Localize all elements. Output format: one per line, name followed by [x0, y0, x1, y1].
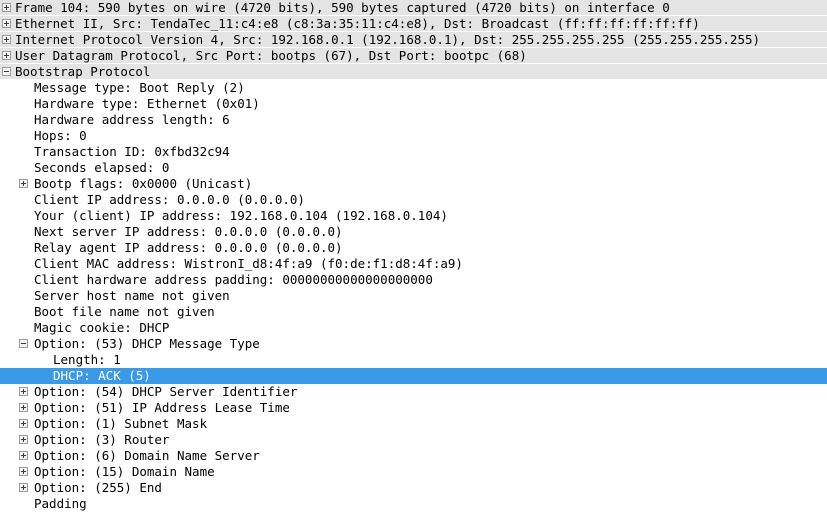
tree-row-label: Hardware address length: 6 — [34, 112, 230, 127]
tree-row[interactable]: Message type: Boot Reply (2) — [0, 80, 827, 96]
tree-row-label: Internet Protocol Version 4, Src: 192.16… — [15, 32, 761, 47]
tree-row[interactable]: Client IP address: 0.0.0.0 (0.0.0.0) — [0, 192, 827, 208]
tree-row[interactable]: Option: (255) End — [0, 480, 827, 496]
tree-row-label: Transaction ID: 0xfbd32c94 — [34, 144, 230, 159]
expand-icon[interactable] — [2, 3, 11, 12]
expand-icon[interactable] — [19, 403, 28, 412]
tree-row-label: Boot file name not given — [34, 304, 215, 319]
expand-icon[interactable] — [2, 19, 11, 28]
tree-row-label: Option: (15) Domain Name — [34, 464, 215, 479]
tree-row-label: Seconds elapsed: 0 — [34, 160, 170, 175]
tree-row[interactable]: Bootstrap Protocol — [0, 64, 827, 80]
collapse-icon[interactable] — [2, 67, 11, 76]
tree-row[interactable]: Hops: 0 — [0, 128, 827, 144]
tree-row-label: Hops: 0 — [34, 128, 87, 143]
tree-row[interactable]: Option: (51) IP Address Lease Time — [0, 400, 827, 416]
expand-icon[interactable] — [19, 419, 28, 428]
tree-row[interactable]: Length: 1 — [0, 352, 827, 368]
tree-row[interactable]: Option: (1) Subnet Mask — [0, 416, 827, 432]
tree-row[interactable]: Hardware address length: 6 — [0, 112, 827, 128]
tree-row[interactable]: User Datagram Protocol, Src Port: bootps… — [0, 48, 827, 64]
tree-row[interactable]: Option: (3) Router — [0, 432, 827, 448]
tree-row-label: Frame 104: 590 bytes on wire (4720 bits)… — [15, 0, 670, 15]
tree-row-label: Padding — [34, 496, 87, 511]
tree-row-label: Ethernet II, Src: TendaTec_11:c4:e8 (c8:… — [15, 16, 700, 31]
tree-row-label: Option: (54) DHCP Server Identifier — [34, 384, 298, 399]
tree-row[interactable]: Option: (54) DHCP Server Identifier — [0, 384, 827, 400]
tree-row-label: Your (client) IP address: 192.168.0.104 … — [34, 208, 448, 223]
tree-row[interactable]: Hardware type: Ethernet (0x01) — [0, 96, 827, 112]
expand-icon[interactable] — [2, 35, 11, 44]
tree-row[interactable]: Ethernet II, Src: TendaTec_11:c4:e8 (c8:… — [0, 16, 827, 32]
tree-row-label: DHCP: ACK (5) — [53, 368, 151, 383]
tree-row[interactable]: Your (client) IP address: 192.168.0.104 … — [0, 208, 827, 224]
expand-icon[interactable] — [19, 179, 28, 188]
tree-row[interactable]: Frame 104: 590 bytes on wire (4720 bits)… — [0, 0, 827, 16]
tree-row-label: User Datagram Protocol, Src Port: bootps… — [15, 48, 527, 63]
expand-icon[interactable] — [19, 451, 28, 460]
tree-row-label: Bootstrap Protocol — [15, 64, 151, 79]
tree-row-label: Client IP address: 0.0.0.0 (0.0.0.0) — [34, 192, 305, 207]
tree-row-label: Client MAC address: WistronI_d8:4f:a9 (f… — [34, 256, 463, 271]
tree-row-label: Relay agent IP address: 0.0.0.0 (0.0.0.0… — [34, 240, 343, 255]
tree-row[interactable]: Relay agent IP address: 0.0.0.0 (0.0.0.0… — [0, 240, 827, 256]
tree-row[interactable]: Boot file name not given — [0, 304, 827, 320]
tree-row-label: Message type: Boot Reply (2) — [34, 80, 245, 95]
tree-row[interactable]: Option: (6) Domain Name Server — [0, 448, 827, 464]
expand-icon[interactable] — [2, 51, 11, 60]
tree-row[interactable]: Client hardware address padding: 0000000… — [0, 272, 827, 288]
tree-row[interactable]: DHCP: ACK (5) — [0, 368, 827, 384]
tree-row-label: Bootp flags: 0x0000 (Unicast) — [34, 176, 253, 191]
tree-row[interactable]: Server host name not given — [0, 288, 827, 304]
expand-icon[interactable] — [19, 387, 28, 396]
tree-row[interactable]: Transaction ID: 0xfbd32c94 — [0, 144, 827, 160]
tree-row-label: Magic cookie: DHCP — [34, 320, 170, 335]
packet-details-tree[interactable]: Frame 104: 590 bytes on wire (4720 bits)… — [0, 0, 827, 512]
tree-row-label: Option: (53) DHCP Message Type — [34, 336, 260, 351]
tree-row-label: Next server IP address: 0.0.0.0 (0.0.0.0… — [34, 224, 343, 239]
tree-row-label: Option: (1) Subnet Mask — [34, 416, 208, 431]
tree-row-label: Client hardware address padding: 0000000… — [34, 272, 433, 287]
expand-icon[interactable] — [19, 435, 28, 444]
tree-row[interactable]: Option: (15) Domain Name — [0, 464, 827, 480]
tree-row[interactable]: Seconds elapsed: 0 — [0, 160, 827, 176]
tree-row[interactable]: Client MAC address: WistronI_d8:4f:a9 (f… — [0, 256, 827, 272]
expand-icon[interactable] — [19, 483, 28, 492]
tree-row-label: Length: 1 — [53, 352, 121, 367]
tree-row-label: Server host name not given — [34, 288, 230, 303]
tree-row[interactable]: Magic cookie: DHCP — [0, 320, 827, 336]
tree-row[interactable]: Option: (53) DHCP Message Type — [0, 336, 827, 352]
tree-row-label: Hardware type: Ethernet (0x01) — [34, 96, 260, 111]
tree-row-label: Option: (6) Domain Name Server — [34, 448, 260, 463]
tree-row[interactable]: Internet Protocol Version 4, Src: 192.16… — [0, 32, 827, 48]
tree-row[interactable]: Next server IP address: 0.0.0.0 (0.0.0.0… — [0, 224, 827, 240]
tree-row[interactable]: Bootp flags: 0x0000 (Unicast) — [0, 176, 827, 192]
collapse-icon[interactable] — [19, 339, 28, 348]
tree-row[interactable]: Padding — [0, 496, 827, 512]
expand-icon[interactable] — [19, 467, 28, 476]
tree-row-label: Option: (51) IP Address Lease Time — [34, 400, 290, 415]
